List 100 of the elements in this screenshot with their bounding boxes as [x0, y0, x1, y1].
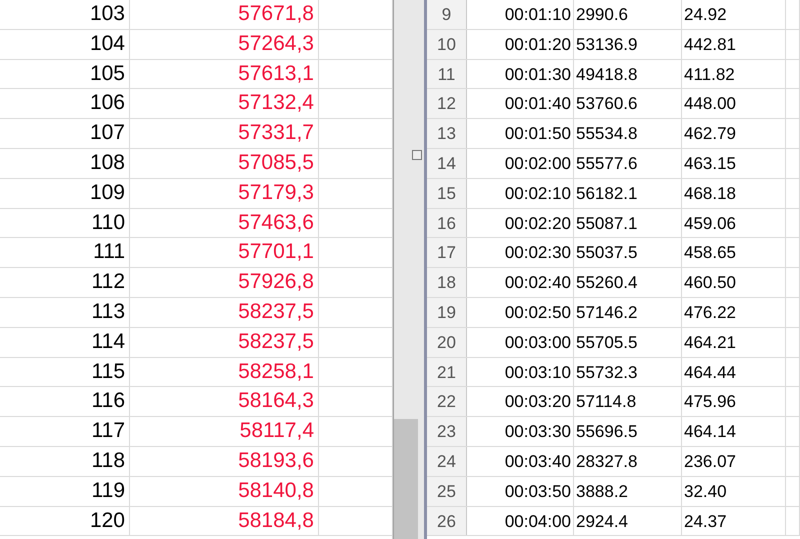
table-cell: 00:03:30: [467, 417, 574, 446]
table-cell: 00:01:20: [467, 30, 574, 59]
table-cell: 57463,6: [130, 208, 319, 238]
split-handle-icon[interactable]: [412, 150, 422, 160]
table-cell: 464.21: [682, 328, 786, 357]
table-cell: 460.50: [682, 268, 786, 297]
table-cell: 463.15: [682, 148, 786, 178]
table-cell: 236.07: [682, 446, 786, 476]
table-cell: 00:03:50: [467, 476, 574, 506]
row-header[interactable]: 9: [427, 0, 467, 29]
table-cell: 110: [0, 208, 130, 238]
table-cell: 58237,5: [130, 298, 319, 327]
table-cell: 2990.6: [574, 0, 682, 29]
table-cell: 117: [0, 417, 130, 446]
table-cell: 49418.8: [574, 60, 682, 88]
table-cell: 58117,4: [130, 417, 319, 446]
row-header[interactable]: 19: [427, 298, 467, 327]
table-cell: 57613,1: [130, 60, 319, 88]
table-cell: 120: [0, 506, 130, 536]
table-cell: 53760.6: [574, 89, 682, 118]
table-cell: 00:02:40: [467, 268, 574, 297]
table-cell: 468.18: [682, 178, 786, 208]
table-cell: 105: [0, 60, 130, 88]
row-header[interactable]: 18: [427, 268, 467, 297]
table-cell: 57264,3: [130, 30, 319, 59]
table-cell: 57146.2: [574, 298, 682, 327]
table-cell: 476.22: [682, 298, 786, 327]
table-cell: 24.37: [682, 506, 786, 536]
table-cell: 108: [0, 148, 130, 178]
table-cell: 107: [0, 119, 130, 148]
table-cell: 57114.8: [574, 387, 682, 416]
table-cell: 411.82: [682, 60, 786, 88]
table-cell: 118: [0, 446, 130, 476]
table-cell: 57085,5: [130, 148, 319, 178]
scrollbar-thumb[interactable]: [394, 419, 418, 539]
table-cell: 464.14: [682, 417, 786, 446]
table-cell: 112: [0, 268, 130, 297]
row-header[interactable]: 17: [427, 238, 467, 268]
table-cell: 458.65: [682, 238, 786, 268]
row-header[interactable]: 26: [427, 506, 467, 536]
table-cell: 00:03:40: [467, 446, 574, 476]
table-cell: 58237,5: [130, 328, 319, 357]
table-cell: 55037.5: [574, 238, 682, 268]
table-cell: 58258,1: [130, 358, 319, 386]
table-cell: 448.00: [682, 89, 786, 118]
table-cell: 113: [0, 298, 130, 327]
table-cell: 24.92: [682, 0, 786, 29]
table-cell: 58164,3: [130, 387, 319, 416]
table-cell: 103: [0, 0, 130, 29]
row-header[interactable]: 22: [427, 387, 467, 416]
row-header[interactable]: 23: [427, 417, 467, 446]
table-cell: 57132,4: [130, 89, 319, 118]
row-header[interactable]: 16: [427, 208, 467, 238]
table-cell: 32.40: [682, 476, 786, 506]
table-cell: 00:01:40: [467, 89, 574, 118]
table-cell: 462.79: [682, 119, 786, 148]
table-cell: 116: [0, 387, 130, 416]
row-header[interactable]: 12: [427, 89, 467, 118]
table-cell: 57179,3: [130, 178, 319, 208]
table-cell: 58184,8: [130, 506, 319, 536]
row-header[interactable]: 24: [427, 446, 467, 476]
row-header[interactable]: 20: [427, 328, 467, 357]
table-cell: 55534.8: [574, 119, 682, 148]
table-cell: 57331,7: [130, 119, 319, 148]
table-cell: 58140,8: [130, 476, 319, 506]
table-cell: 00:01:10: [467, 0, 574, 29]
table-cell: 57926,8: [130, 268, 319, 297]
row-header[interactable]: 10: [427, 30, 467, 59]
table-cell: 464.44: [682, 358, 786, 386]
table-cell: 104: [0, 30, 130, 59]
table-cell: 55705.5: [574, 328, 682, 357]
row-header[interactable]: 11: [427, 60, 467, 88]
table-cell: 58193,6: [130, 446, 319, 476]
table-cell: 00:02:50: [467, 298, 574, 327]
row-header[interactable]: 14: [427, 148, 467, 178]
table-cell: 00:03:20: [467, 387, 574, 416]
table-cell: 00:01:30: [467, 60, 574, 88]
row-header[interactable]: 25: [427, 476, 467, 506]
table-cell: 55732.3: [574, 358, 682, 386]
table-cell: 111: [0, 238, 130, 268]
table-cell: 00:02:10: [467, 178, 574, 208]
table-cell: 55696.5: [574, 417, 682, 446]
row-header[interactable]: 13: [427, 119, 467, 148]
table-cell: 109: [0, 178, 130, 208]
row-header[interactable]: 15: [427, 178, 467, 208]
table-cell: 00:03:10: [467, 358, 574, 386]
vertical-scrollbar[interactable]: [393, 0, 427, 539]
table-cell: 57701,1: [130, 238, 319, 268]
table-cell: 106: [0, 89, 130, 118]
row-header[interactable]: 21: [427, 358, 467, 386]
table-cell: 00:02:00: [467, 148, 574, 178]
table-cell: 119: [0, 476, 130, 506]
table-cell: 28327.8: [574, 446, 682, 476]
table-cell: 115: [0, 358, 130, 386]
table-cell: 459.06: [682, 208, 786, 238]
table-cell: 00:01:50: [467, 119, 574, 148]
table-cell: 114: [0, 328, 130, 357]
table-cell: 55087.1: [574, 208, 682, 238]
table-cell: 55577.6: [574, 148, 682, 178]
table-cell: 56182.1: [574, 178, 682, 208]
